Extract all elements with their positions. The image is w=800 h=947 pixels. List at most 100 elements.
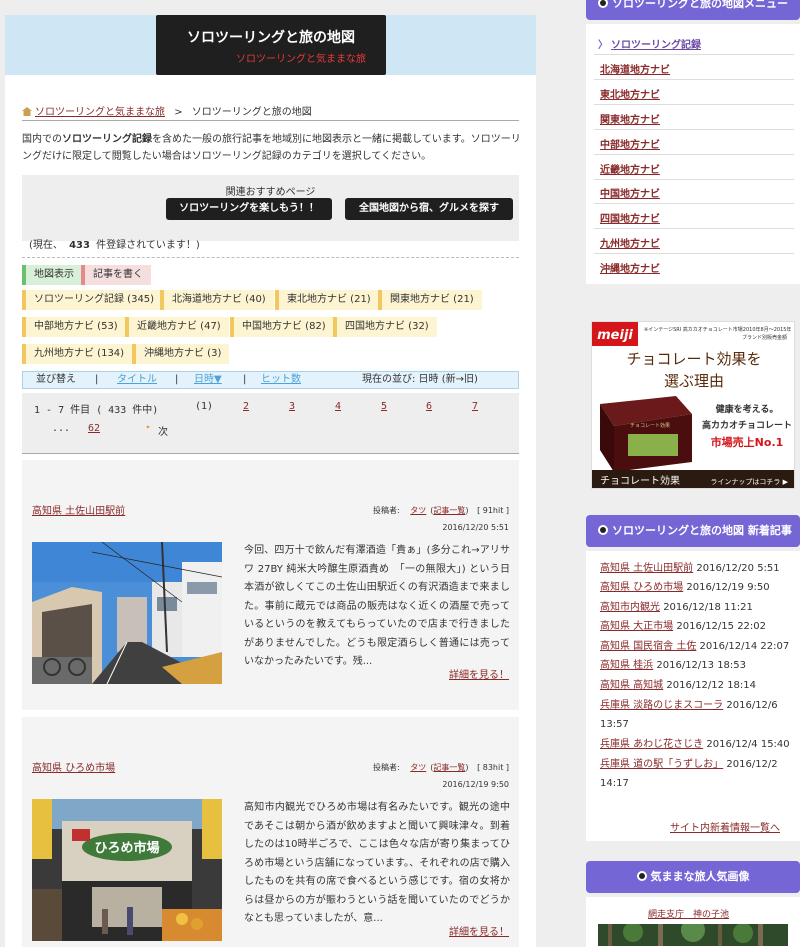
popular-image-caption[interactable]: 網走支庁 神の子池 [648, 907, 729, 920]
page-link[interactable]: 4 [335, 401, 341, 412]
new-post-link[interactable]: 高知市内観光 [600, 602, 660, 613]
read-more-link[interactable]: 詳細を見る！ [449, 666, 509, 681]
sidebar-item-tohoku[interactable]: 東北地方ナビ [600, 86, 660, 101]
svg-text:チョコレート効果: チョコレート効果 [630, 422, 670, 429]
new-post-link[interactable]: 兵庫県 淡路のじまスコーラ [600, 700, 723, 711]
sidebar-item-label[interactable]: 中部地方ナビ [600, 140, 660, 151]
category-kanto[interactable]: 関東地方ナビ (21) [378, 290, 482, 310]
sidebar-item-kyushu[interactable]: 九州地方ナビ [600, 235, 660, 250]
new-post-date: 2016/12/15 22:02 [676, 621, 767, 632]
divider [22, 120, 519, 121]
sidebar-item-kanto[interactable]: 関東地方ナビ [600, 111, 660, 126]
new-post-link[interactable]: 兵庫県 道の駅「うずしお」 [600, 759, 723, 770]
sidebar-item-solo-touring[interactable]: 〉ソロツーリング記録 [598, 36, 701, 51]
divider [594, 203, 794, 204]
svg-text:meiji: meiji [597, 328, 633, 343]
sidebar-item-label[interactable]: ソロツーリング記録 [611, 40, 701, 51]
list-item: 高知県 大正市場 2016/12/15 22:02 [600, 617, 794, 636]
sidebar-item-label[interactable]: 北海道地方ナビ [600, 65, 670, 76]
new-post-link[interactable]: 高知県 大正市場 [600, 621, 673, 632]
new-post-link[interactable]: 高知県 高知城 [600, 680, 663, 691]
new-post-link[interactable]: 兵庫県 あわじ花さじき [600, 739, 703, 750]
sidebar-item-kinki[interactable]: 近畿地方ナビ [600, 161, 660, 176]
category-hokkaido[interactable]: 北海道地方ナビ (40) [160, 290, 274, 310]
sort-by-hits-link[interactable]: ヒット数 [261, 372, 301, 388]
popular-images-box: 網走支庁 神の子池 [586, 897, 800, 947]
page-link[interactable]: 5 [381, 401, 387, 412]
article-date: 2016/12/20 5:51 [442, 523, 509, 532]
sidebar-item-chugoku[interactable]: 中国地方ナビ [600, 185, 660, 200]
new-post-link[interactable]: 高知県 桂浜 [600, 660, 653, 671]
pagination: 1 - 7 件目 ( 433 件中) (1) 2 3 4 5 6 7 ... 6… [22, 393, 519, 453]
article-thumbnail[interactable]: ひろめ市場 [32, 799, 222, 941]
new-post-date: 2016/12/14 22:07 [699, 641, 790, 652]
sort-by-title-link[interactable]: タイトル [117, 372, 157, 388]
sidebar-item-chubu[interactable]: 中部地方ナビ [600, 136, 660, 151]
popular-images-title: 気ままな旅人気画像 [650, 870, 750, 883]
page-link[interactable]: 6 [426, 401, 432, 412]
list-item: 高知県 桂浜 2016/12/13 18:53 [600, 656, 794, 675]
write-article-button[interactable]: 記事を書く [81, 265, 151, 285]
enjoy-solo-touring-button[interactable]: ソロツーリングを楽しもう！！ [166, 198, 332, 220]
sidebar-item-shikoku[interactable]: 四国地方ナビ [600, 210, 660, 225]
next-page-link[interactable]: 次 [158, 423, 168, 438]
category-shikoku[interactable]: 四国地方ナビ (32) [333, 317, 437, 337]
list-item: 兵庫県 あわじ花さじき 2016/12/4 15:40 [600, 735, 794, 754]
new-post-link[interactable]: 高知県 土佐山田駅前 [600, 563, 693, 574]
site-title: ソロツーリングと旅の地図 [187, 30, 355, 46]
sidebar-item-label[interactable]: 近畿地方ナビ [600, 165, 660, 176]
search-inn-gourmet-button[interactable]: 全国地図から宿、グルメを探す [345, 198, 513, 220]
sidebar-item-label[interactable]: 関東地方ナビ [600, 115, 660, 126]
svg-text:ブランド別販売金額: ブランド別販売金額 [742, 334, 787, 341]
author-link[interactable]: タツ [410, 763, 426, 772]
page-link[interactable]: 2 [243, 401, 249, 412]
article-thumbnail[interactable] [32, 542, 222, 684]
forest-pond-photo[interactable] [598, 924, 788, 946]
sidebar-item-label[interactable]: 東北地方ナビ [600, 90, 660, 101]
new-post-link[interactable]: 高知県 ひろめ市場 [600, 582, 683, 593]
article-title-link[interactable]: 高知県 土佐山田駅前 [32, 502, 125, 517]
category-okinawa[interactable]: 沖縄地方ナビ (3) [132, 344, 230, 364]
sidebar-item-hokkaido[interactable]: 北海道地方ナビ [600, 61, 670, 76]
page-link[interactable]: 7 [472, 401, 478, 412]
divider [594, 104, 794, 105]
article-excerpt: 高知市内観光でひろめ市場は有名みたいです。観光の途中であそこは朝から酒が飲めます… [244, 802, 510, 924]
category-chubu[interactable]: 中部地方ナビ (53) [22, 317, 126, 337]
sidebar-item-label[interactable]: 九州地方ナビ [600, 239, 660, 250]
sidebar-item-okinawa[interactable]: 沖縄地方ナビ [600, 260, 660, 275]
sidebar-item-label[interactable]: 中国地方ナビ [600, 189, 660, 200]
category-solo-touring[interactable]: ソロツーリング記録 (345) [22, 290, 163, 310]
chocolate-ad-banner[interactable]: meiji ※インテージSRI 高カカオチョコレート市場2010年8月〜2015… [591, 321, 795, 489]
new-post-link[interactable]: 高知県 国民宿舎 土佐 [600, 641, 696, 652]
svg-text:選ぶ理由: 選ぶ理由 [664, 372, 724, 390]
new-post-date: 2016/12/13 18:53 [656, 660, 747, 671]
page-link[interactable]: 3 [289, 401, 295, 412]
sidebar-item-label[interactable]: 沖縄地方ナビ [600, 264, 660, 275]
map-view-button[interactable]: 地図表示 [22, 265, 82, 285]
all-new-posts-link[interactable]: サイト内新着情報一覧へ [670, 819, 780, 834]
article-list-link[interactable]: 記事一覧 [433, 763, 465, 772]
count-number: 433 [69, 240, 90, 251]
read-more-link[interactable]: 詳細を見る！ [449, 923, 509, 938]
popular-images-header: 気ままな旅人気画像 [586, 861, 800, 893]
station-street-photo [32, 542, 222, 684]
author-label: 投稿者: [373, 763, 400, 772]
author-link[interactable]: タツ [410, 506, 426, 515]
divider [594, 179, 794, 180]
breadcrumb-home-link[interactable]: ソロツーリングと気ままな旅 [35, 107, 165, 118]
last-page-link[interactable]: 62 [88, 423, 100, 434]
ad-graphic: meiji ※インテージSRI 高カカオチョコレート市場2010年8月〜2015… [592, 322, 794, 488]
category-kyushu[interactable]: 九州地方ナビ (134) [22, 344, 133, 364]
category-chugoku[interactable]: 中国地方ナビ (82) [230, 317, 334, 337]
new-post-date: 2016/12/19 9:50 [686, 582, 770, 593]
hit-count: [ 83hit ] [477, 763, 509, 772]
article-list-link[interactable]: 記事一覧 [433, 506, 465, 515]
site-logo[interactable]: ソロツーリングと旅の地図 ソロツーリングと気ままな旅 [156, 15, 386, 75]
article-title-link[interactable]: 高知県 ひろめ市場 [32, 759, 115, 774]
list-item: 兵庫県 道の駅「うずしお」 2016/12/2 14:17 [600, 755, 794, 793]
sidebar-item-label[interactable]: 四国地方ナビ [600, 214, 660, 225]
main-column: ソロツーリングと旅の地図 ソロツーリングと気ままな旅 ソロツーリングと気ままな旅… [5, 15, 536, 947]
category-kinki[interactable]: 近畿地方ナビ (47) [125, 317, 229, 337]
category-tohoku[interactable]: 東北地方ナビ (21) [275, 290, 379, 310]
sort-by-date-link[interactable]: 日時▼ [194, 372, 222, 388]
